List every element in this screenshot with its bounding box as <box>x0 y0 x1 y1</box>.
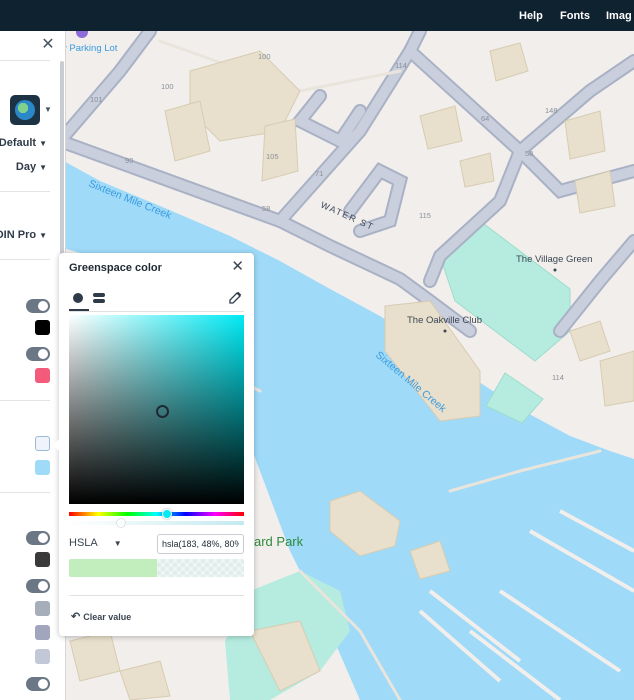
panel-divider <box>0 60 50 61</box>
clear-value-button[interactable]: ↶ Clear value <box>71 610 131 623</box>
nav-help-link[interactable]: Help <box>519 0 543 31</box>
close-icon[interactable]: ✕ <box>40 37 56 53</box>
greenspace-color-swatch[interactable] <box>35 436 50 451</box>
close-icon[interactable]: ✕ <box>231 259 244 275</box>
nav-help-label[interactable]: Help <box>519 10 543 22</box>
color-picker-popover: Greenspace color ✕ HSLA ▼ ↶Clear value <box>53 253 254 636</box>
hue-slider-handle[interactable] <box>162 509 172 519</box>
picker-divider <box>69 311 244 312</box>
parking-icon <box>76 31 88 38</box>
nav-fonts-link[interactable]: Fonts <box>560 0 590 31</box>
toggle-bar <box>93 299 105 303</box>
color-preview <box>69 559 244 577</box>
layer-toggle[interactable] <box>26 531 50 545</box>
clear-value-label: Clear value <box>83 612 132 622</box>
font-label: DIN Pro <box>0 229 37 241</box>
nav-fonts-label[interactable]: Fonts <box>560 10 590 22</box>
house-number: 58 <box>262 204 270 213</box>
color-picker-title: Greenspace color <box>69 262 162 274</box>
alpha-slider[interactable] <box>69 518 244 528</box>
panel-divider <box>0 492 50 493</box>
nav-images-label[interactable]: Imag <box>606 10 632 22</box>
panel-scrollbar[interactable] <box>60 61 64 281</box>
eyedropper-icon[interactable] <box>228 291 242 305</box>
style-default-dropdown[interactable]: Default ▼ <box>0 137 47 149</box>
house-number: 114 <box>552 373 564 382</box>
color-swatch-grey[interactable] <box>35 625 50 640</box>
color-format-label: HSLA <box>69 537 98 549</box>
picker-divider <box>69 595 244 596</box>
panel-divider <box>0 400 50 401</box>
font-dropdown[interactable]: DIN Pro▼ <box>0 229 47 241</box>
style-default-label: Default <box>0 137 37 149</box>
toggle-style-tab-icon[interactable] <box>93 293 105 303</box>
layer-toggle[interactable] <box>26 677 50 691</box>
chevron-down-icon: ▼ <box>39 231 47 240</box>
color-swatch-grey[interactable] <box>35 649 50 664</box>
style-day-label: Day <box>15 161 37 173</box>
layer-toggle[interactable] <box>26 579 50 593</box>
house-number: 100 <box>258 52 271 61</box>
oakville-club-label: The Oakville Club <box>407 315 482 326</box>
chevron-down-icon: ▼ <box>113 539 122 548</box>
oakville-club-dot <box>443 329 447 333</box>
saturation-value-field[interactable] <box>69 315 244 504</box>
house-number: 100 <box>161 82 174 91</box>
top-bar: Help Fonts Imag <box>0 0 634 31</box>
parking-lot-label: y Parking Lot <box>62 43 118 54</box>
house-number: 101 <box>90 95 103 104</box>
house-number: 105 <box>266 152 279 161</box>
house-number: 64 <box>481 114 489 123</box>
color-format-dropdown[interactable]: HSLA ▼ <box>69 537 122 549</box>
globe-icon[interactable] <box>10 95 40 125</box>
chevron-down-icon: ▼ <box>39 163 47 172</box>
village-green-dot <box>553 268 557 272</box>
toggle-bar <box>93 293 105 297</box>
color-swatch-grey[interactable] <box>35 601 50 616</box>
hue-slider[interactable] <box>69 509 244 519</box>
style-day-dropdown[interactable]: Day ▼ <box>16 161 47 173</box>
color-swatch-pink[interactable] <box>35 368 50 383</box>
panel-divider <box>0 191 50 192</box>
house-number: 58 <box>525 149 533 158</box>
layer-toggle[interactable] <box>26 299 50 313</box>
village-green-label: The Village Green <box>516 254 592 265</box>
color-swatch-black[interactable] <box>35 320 50 335</box>
popover-arrow <box>53 439 59 451</box>
panel-divider <box>0 259 50 260</box>
layer-toggle[interactable] <box>26 347 50 361</box>
style-panel: ✕ ▼ Default▼ Day▼ DIN Pro▼ <box>0 31 66 700</box>
park-label: ard Park <box>254 534 304 549</box>
solid-color-tab-icon[interactable] <box>73 293 83 303</box>
color-swatch-dark[interactable] <box>35 552 50 567</box>
house-number: 148 <box>545 106 558 115</box>
chevron-down-icon[interactable]: ▼ <box>44 105 52 114</box>
nav-images-link[interactable]: Imag <box>606 0 632 31</box>
chevron-down-icon: ▼ <box>39 139 47 148</box>
undo-icon: ↶ <box>71 611 81 623</box>
color-swatch-sky[interactable] <box>35 460 50 475</box>
saturation-value-handle[interactable] <box>156 405 169 418</box>
alpha-slider-handle[interactable] <box>116 518 126 528</box>
house-number: 114 <box>395 61 407 70</box>
house-number: 115 <box>419 211 431 220</box>
house-number: 90 <box>125 156 133 165</box>
color-preview-fill <box>69 559 157 577</box>
house-number: 71 <box>315 169 323 178</box>
color-value-input[interactable] <box>157 534 244 554</box>
